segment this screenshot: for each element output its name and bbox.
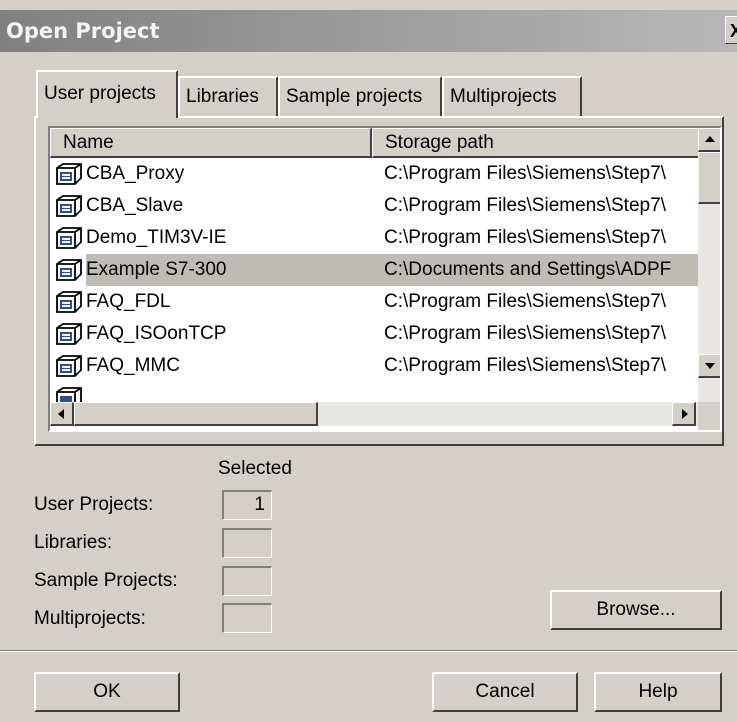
libraries-count [222,528,272,558]
vertical-scrollbar[interactable] [698,128,720,402]
arrow-up-icon [705,136,715,142]
scroll-down-button[interactable] [698,354,720,378]
column-header-name[interactable]: Name [50,128,372,158]
sample-projects-count [222,566,272,596]
horizontal-scrollbar[interactable] [50,402,698,426]
sample-projects-label: Sample Projects: [34,570,178,591]
project-icon [56,163,82,185]
libraries-label: Libraries: [34,532,113,553]
project-name-cell: Example S7-300 [50,254,376,286]
project-name: Example S7-300 [86,254,376,286]
open-project-dialog: Open Project X User projects Libraries S… [0,0,737,722]
user-projects-count: 1 [222,490,272,520]
project-icon [56,355,82,377]
project-icon [56,291,82,313]
storage-path: C:\Program Files\Siemens\Step7\ [384,227,666,248]
project-name-cell: Demo_TIM3V-IE [50,222,372,254]
project-name-cell: FAQ_FDL [50,286,372,318]
project-name: CBA_Slave [86,195,184,216]
list-item[interactable]: FAQ_MMC C:\Program Files\Siemens\Step7\ [50,350,698,382]
vertical-scroll-thumb[interactable] [698,152,720,204]
ok-button[interactable]: OK [34,672,180,712]
list-item[interactable]: FAQ_ISOonTCP C:\Program Files\Siemens\St… [50,318,698,350]
list-item[interactable]: CBA_Slave C:\Program Files\Siemens\Step7… [50,190,698,222]
list-item-clipped[interactable] [50,382,698,402]
list-header: Name Storage path [50,128,700,158]
browse-button[interactable]: Browse... [550,590,722,630]
project-name-cell: CBA_Proxy [50,158,372,190]
project-name-cell: CBA_Slave [50,190,372,222]
arrow-left-icon [58,409,64,419]
project-name: FAQ_FDL [86,291,171,312]
project-name: Demo_TIM3V-IE [86,227,227,248]
project-icon [56,387,82,402]
scrollbar-corner [698,402,720,430]
storage-path: C:\Documents and Settings\ADPF [372,254,698,286]
scroll-right-button[interactable] [672,402,696,426]
tab-user-projects[interactable]: User projects [36,70,178,118]
project-name-cell: FAQ_MMC [50,350,372,382]
help-button[interactable]: Help [594,672,722,712]
list-item[interactable]: Demo_TIM3V-IE C:\Program Files\Siemens\S… [50,222,698,254]
project-name: FAQ_MMC [86,355,180,376]
storage-path: C:\Program Files\Siemens\Step7\ [384,291,666,312]
project-name: CBA_Proxy [86,163,185,184]
scroll-left-button[interactable] [50,402,74,426]
horizontal-scroll-thumb[interactable] [74,402,318,426]
list-item[interactable]: CBA_Proxy C:\Program Files\Siemens\Step7… [50,158,698,190]
close-button[interactable]: X [725,16,737,44]
project-list[interactable]: Name Storage path CBA_Proxy C:\Program F… [48,126,722,432]
tab-libraries[interactable]: Libraries [178,76,278,116]
project-icon [56,195,82,217]
title-bar: Open Project X [0,10,737,52]
storage-path: C:\Program Files\Siemens\Step7\ [384,323,666,344]
user-projects-label: User Projects: [34,494,154,515]
list-item[interactable]: FAQ_FDL C:\Program Files\Siemens\Step7\ [50,286,698,318]
multiprojects-count [222,603,272,633]
arrow-down-icon [705,363,715,369]
arrow-right-icon [682,409,688,419]
separator [0,650,737,652]
scroll-up-button[interactable] [698,128,720,152]
tab-multiprojects[interactable]: Multiprojects [442,76,582,116]
selected-heading: Selected [218,458,292,479]
project-name-cell [50,382,372,402]
column-header-storage-path[interactable]: Storage path [372,128,700,158]
tab-sample-projects[interactable]: Sample projects [278,76,442,116]
multiprojects-label: Multiprojects: [34,608,146,629]
storage-path: C:\Program Files\Siemens\Step7\ [384,195,666,216]
project-icon [56,323,82,345]
dialog-title: Open Project [6,19,160,43]
project-icon [56,227,82,249]
storage-path: C:\Program Files\Siemens\Step7\ [384,163,666,184]
project-name: FAQ_ISOonTCP [86,323,227,344]
storage-path: C:\Program Files\Siemens\Step7\ [384,355,666,376]
list-item-selected[interactable]: Example S7-300 C:\Documents and Settings… [50,254,698,286]
project-icon [56,259,82,281]
project-name-cell: FAQ_ISOonTCP [50,318,372,350]
cancel-button[interactable]: Cancel [432,672,578,712]
